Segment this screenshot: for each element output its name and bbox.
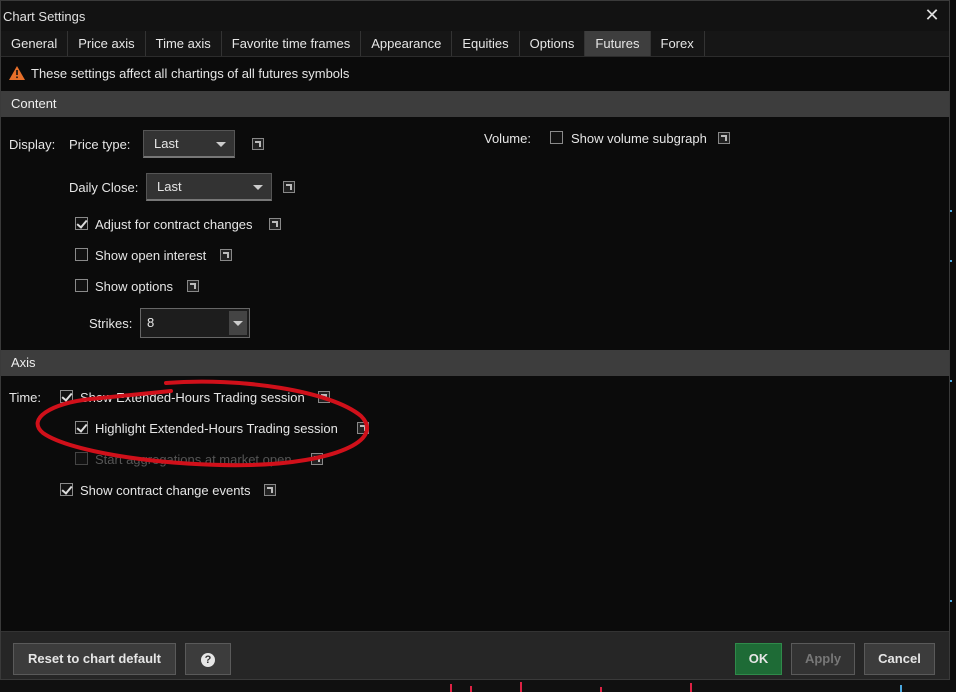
highlight-extended-checkbox[interactable] (75, 421, 88, 434)
futures-notice: These settings affect all chartings of a… (1, 57, 949, 89)
help-icon: ? (201, 653, 215, 667)
adjust-contract-checkbox[interactable] (75, 217, 88, 230)
tab-equities[interactable]: Equities (452, 31, 520, 56)
contract-change-events-label: Show contract change events (80, 483, 251, 498)
open-interest-checkbox[interactable] (75, 248, 88, 261)
contract-change-events-checkbox[interactable] (60, 483, 73, 496)
extended-hours-label: Show Extended-Hours Trading session (80, 390, 305, 405)
help-button[interactable]: ? (185, 643, 231, 675)
warning-icon (9, 66, 25, 80)
pin-icon[interactable] (318, 391, 330, 403)
tab-forex[interactable]: Forex (651, 31, 705, 56)
pin-icon[interactable] (357, 422, 369, 434)
notice-text: These settings affect all chartings of a… (31, 65, 350, 81)
extended-hours-checkbox[interactable] (60, 390, 73, 403)
display-label: Display: (9, 137, 56, 152)
chart-settings-dialog: Chart Settings ✕ General Price axis Time… (0, 0, 950, 680)
volume-subgraph-label: Show volume subgraph (571, 131, 707, 146)
window-title: Chart Settings (3, 8, 86, 24)
chevron-down-icon (216, 142, 226, 147)
cancel-button[interactable]: Cancel (864, 643, 935, 675)
strikes-label: Strikes: (89, 316, 133, 331)
pin-icon[interactable] (264, 484, 276, 496)
price-type-dropdown[interactable]: Last (143, 130, 235, 158)
adjust-contract-label: Adjust for contract changes (95, 217, 253, 232)
pin-icon[interactable] (252, 138, 264, 150)
pin-icon[interactable] (718, 132, 730, 144)
volume-label: Volume: (484, 131, 531, 146)
tab-futures[interactable]: Futures (585, 31, 651, 56)
tab-favorite-time-frames[interactable]: Favorite time frames (222, 31, 362, 56)
strikes-value: 8 (147, 315, 155, 330)
pin-icon[interactable] (283, 181, 295, 193)
daily-close-dropdown[interactable]: Last (146, 173, 272, 201)
tab-time-axis[interactable]: Time axis (146, 31, 222, 56)
tab-price-axis[interactable]: Price axis (68, 31, 146, 56)
tab-options[interactable]: Options (520, 31, 586, 56)
open-interest-label: Show open interest (95, 248, 207, 263)
close-icon[interactable]: ✕ (923, 6, 941, 25)
content-section-header: Content (1, 91, 949, 117)
strikes-spinbox[interactable]: 8 (140, 308, 250, 338)
pin-icon[interactable] (220, 249, 232, 261)
highlight-extended-label: Highlight Extended-Hours Trading session (95, 421, 338, 436)
time-label: Time: (9, 390, 42, 405)
daily-close-label: Daily Close: (69, 180, 139, 195)
volume-subgraph-checkbox[interactable] (550, 131, 563, 144)
tab-appearance[interactable]: Appearance (361, 31, 453, 56)
ok-button[interactable]: OK (735, 643, 782, 675)
price-type-value: Last (154, 136, 179, 151)
chevron-down-icon[interactable] (229, 311, 247, 335)
show-options-label: Show options (95, 279, 174, 294)
daily-close-value: Last (157, 179, 182, 194)
apply-button[interactable]: Apply (791, 643, 855, 675)
background-chart-bottom (0, 680, 956, 692)
reset-to-default-button[interactable]: Reset to chart default (13, 643, 176, 675)
dialog-footer: Reset to chart default ? OK Apply Cancel (1, 631, 949, 679)
pin-icon[interactable] (187, 280, 199, 292)
title-bar: Chart Settings ✕ (1, 1, 949, 31)
pin-icon[interactable] (269, 218, 281, 230)
tab-general[interactable]: General (1, 31, 69, 56)
tab-bar: General Price axis Time axis Favorite ti… (1, 31, 949, 57)
start-aggregations-checkbox (75, 452, 88, 465)
show-options-checkbox[interactable] (75, 279, 88, 292)
chevron-down-icon (253, 185, 263, 190)
price-type-label: Price type: (69, 137, 131, 152)
axis-section-header: Axis (1, 350, 949, 376)
pin-icon[interactable] (311, 453, 323, 465)
start-aggregations-label: Start aggregations at market open (95, 452, 292, 467)
